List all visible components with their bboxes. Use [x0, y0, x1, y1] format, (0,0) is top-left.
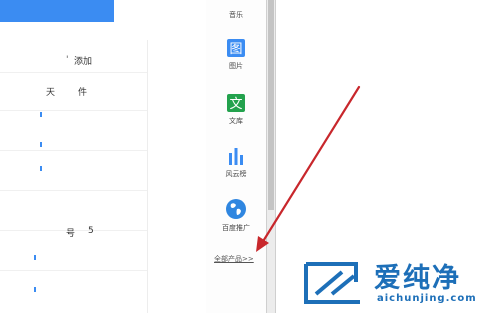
watermark-logo-icon — [302, 260, 364, 310]
watermark-url: aichunjing.com — [377, 293, 477, 304]
watermark-title: 爱纯净 — [374, 263, 461, 294]
